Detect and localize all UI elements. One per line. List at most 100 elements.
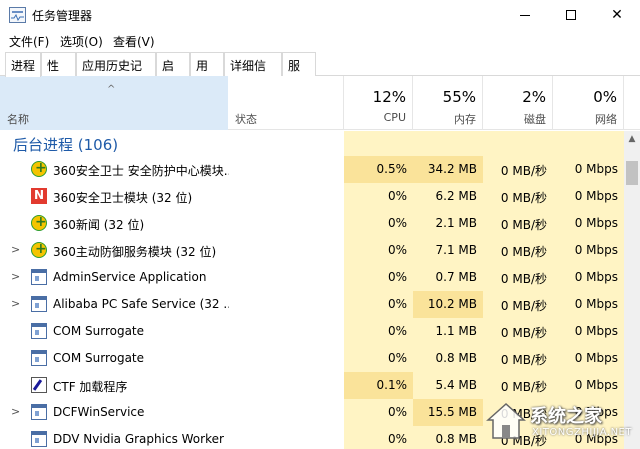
disk-total-percent: 2% — [522, 88, 546, 106]
expand-chevron-icon[interactable]: > — [11, 297, 20, 310]
window-icon — [31, 350, 47, 366]
tab-app-history[interactable]: 应用历史记录 — [76, 52, 156, 90]
disk-value: 0 MB/秒 — [500, 245, 547, 259]
cpu-value: 0% — [387, 297, 407, 311]
network-value: 0 Mbps — [574, 243, 618, 257]
cpu-value: 0% — [387, 324, 407, 338]
process-name: Alibaba PC Safe Service (32 ... — [53, 297, 229, 311]
expand-chevron-icon[interactable]: > — [11, 243, 20, 256]
cpu-value: 0% — [387, 432, 407, 446]
memory-value: 15.5 MB — [413, 399, 483, 426]
network-value: 0 Mbps — [574, 324, 618, 338]
360-shield-icon — [31, 214, 47, 231]
table-row[interactable]: 360安全卫士模块 (32 位) 0% 6.2 MB 0 MB/秒 0 Mbps — [0, 183, 624, 210]
cpu-value: 0% — [387, 189, 407, 203]
memory-value: 0.8 MB — [435, 351, 477, 365]
minimize-button[interactable] — [502, 0, 548, 30]
maximize-button[interactable] — [548, 0, 594, 30]
column-cpu[interactable]: 12% CPU — [344, 76, 413, 130]
table-row[interactable]: COM Surrogate 0% 0.8 MB 0 MB/秒 0 Mbps — [0, 345, 624, 372]
memory-value: 5.4 MB — [435, 378, 477, 392]
menu-file[interactable]: 文件(F) — [9, 33, 49, 50]
table-row[interactable]: COM Surrogate 0% 1.1 MB 0 MB/秒 0 Mbps — [0, 318, 624, 345]
memory-value: 0.8 MB — [435, 432, 477, 446]
process-name: CTF 加载程序 — [53, 380, 128, 394]
table-row[interactable]: > AdminService Application 0% 0.7 MB 0 MB/秒 0… — [0, 264, 624, 291]
network-value: 0 Mbps — [574, 189, 618, 203]
process-name: 360主动防御服务模块 (32 位) — [53, 245, 217, 259]
tab-performance[interactable]: 性能 — [41, 52, 76, 90]
disk-value: 0 MB/秒 — [500, 218, 547, 232]
watermark-text: 系统之家 — [530, 406, 602, 427]
360-shield-icon — [31, 160, 47, 177]
column-name[interactable]: ^ 名称 — [0, 76, 228, 130]
memory-total-percent: 55% — [442, 88, 476, 106]
cpu-value: 0% — [387, 351, 407, 365]
column-cpu-label: CPU — [383, 111, 406, 124]
maximize-icon — [566, 10, 576, 20]
360-red-icon — [31, 188, 47, 204]
column-header: ^ 名称 状态 12% CPU 55% 内存 2% 磁盘 0% 网络 — [0, 76, 640, 130]
column-disk-label: 磁盘 — [524, 113, 546, 126]
watermark-house-icon — [486, 402, 526, 439]
tab-services[interactable]: 服务 — [282, 52, 316, 90]
tab-processes[interactable]: 进程 — [5, 52, 41, 77]
tab-users[interactable]: 用户 — [190, 52, 224, 90]
column-network[interactable]: 0% 网络 — [553, 76, 624, 130]
process-name: 360安全卫士 安全防护中心模块... — [53, 164, 229, 178]
process-name: COM Surrogate — [53, 351, 145, 365]
column-memory[interactable]: 55% 内存 — [413, 76, 483, 130]
cpu-value: 0.5% — [344, 156, 413, 183]
tab-startup[interactable]: 启动 — [156, 52, 190, 90]
scroll-up-arrow-icon[interactable]: ▲ — [624, 131, 640, 148]
ctf-loader-icon — [31, 377, 47, 393]
column-network-label: 网络 — [595, 113, 617, 126]
column-status-label: 状态 — [235, 113, 257, 126]
cpu-value: 0% — [387, 216, 407, 230]
watermark: 系统之家 XITONGZHIJIA.NET — [484, 398, 634, 444]
column-status[interactable]: 状态 — [228, 76, 344, 130]
process-name: 360新闻 (32 位) — [53, 218, 145, 232]
memory-value: 10.2 MB — [413, 291, 483, 318]
disk-value: 0 MB/秒 — [500, 353, 547, 367]
close-button[interactable]: ✕ — [594, 0, 640, 30]
memory-value: 6.2 MB — [435, 189, 477, 203]
column-disk[interactable]: 2% 磁盘 — [483, 76, 553, 130]
tab-details[interactable]: 详细信息 — [224, 52, 282, 90]
table-row[interactable]: 360安全卫士 安全防护中心模块... 0.5%34.2 MB 0 MB/秒 0 Mb… — [0, 156, 624, 183]
memory-value: 34.2 MB — [413, 156, 483, 183]
network-value: 0 Mbps — [574, 351, 618, 365]
network-value: 0 Mbps — [574, 162, 618, 176]
scroll-thumb[interactable] — [626, 161, 638, 185]
cpu-value: 0% — [387, 243, 407, 257]
cpu-value: 0.1% — [344, 372, 413, 399]
window-icon — [31, 323, 47, 339]
window-icon — [31, 404, 47, 420]
title-bar: 任务管理器 ✕ — [0, 0, 640, 30]
table-row[interactable]: 360新闻 (32 位) 0% 2.1 MB 0 MB/秒 0 Mbps — [0, 210, 624, 237]
window-icon — [31, 431, 47, 447]
table-row[interactable]: CTF 加载程序 0.1% 5.4 MB 0 MB/秒 0 Mbps — [0, 372, 624, 399]
network-value: 0 Mbps — [574, 216, 618, 230]
process-name: COM Surrogate — [53, 324, 145, 338]
expand-chevron-icon[interactable]: > — [11, 270, 20, 283]
disk-value: 0 MB/秒 — [500, 380, 547, 394]
cpu-total-percent: 12% — [372, 88, 406, 106]
memory-value: 1.1 MB — [435, 324, 477, 338]
menu-view[interactable]: 查看(V) — [113, 33, 155, 50]
table-row[interactable]: > Alibaba PC Safe Service (32 ... 0% 10.2 M… — [0, 291, 624, 318]
group-header[interactable]: 后台进程 (106) — [0, 131, 624, 156]
process-name: DCFWinService — [53, 405, 145, 419]
column-name-label: 名称 — [7, 113, 29, 126]
table-row[interactable]: >360主动防御服务模块 (32 位) 0% 7.1 MB 0 MB/秒 0 Mbps — [0, 237, 624, 264]
process-name: DDV Nvidia Graphics Worker — [53, 432, 224, 446]
close-icon: ✕ — [611, 7, 623, 23]
cpu-value: 0% — [387, 270, 407, 284]
disk-value: 0 MB/秒 — [500, 326, 547, 340]
network-total-percent: 0% — [593, 88, 617, 106]
menu-options[interactable]: 选项(O) — [60, 33, 103, 50]
expand-chevron-icon[interactable]: > — [11, 405, 20, 418]
process-name: AdminService Application — [53, 270, 207, 284]
window-title: 任务管理器 — [32, 9, 93, 23]
360-shield-icon — [31, 241, 47, 258]
